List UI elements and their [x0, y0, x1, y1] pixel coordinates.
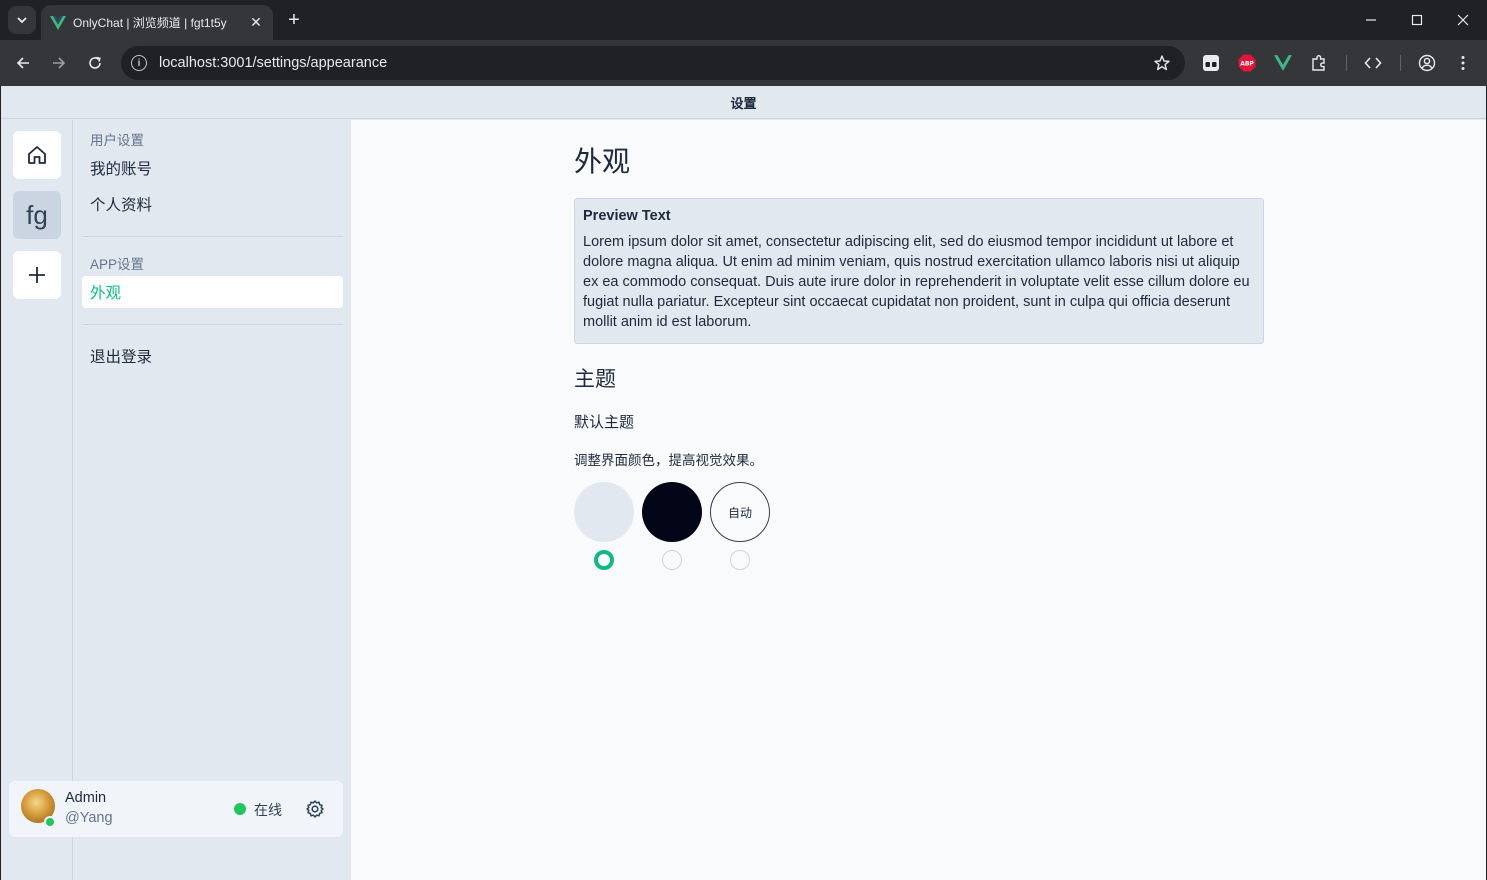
star-icon[interactable] — [1153, 54, 1171, 77]
status-dot-icon — [234, 803, 246, 815]
user-handle: @Yang — [65, 810, 113, 826]
theme-swatch-dark[interactable] — [642, 482, 702, 542]
toolbar-separator — [1400, 55, 1401, 71]
minimize-icon — [1366, 19, 1376, 21]
tab-close-icon[interactable]: ✕ — [247, 14, 265, 32]
preview-text-box: Preview Text Lorem ipsum dolor sit amet,… — [574, 198, 1264, 344]
adblock-plus-icon[interactable]: ABP — [1236, 52, 1258, 74]
gear-icon — [306, 800, 324, 818]
extensions-puzzle-icon[interactable] — [1308, 52, 1330, 74]
new-tab-button[interactable]: + — [282, 8, 306, 32]
nav-item-my-account[interactable]: 我的账号 — [82, 152, 343, 184]
app-header-title: 设置 — [1, 86, 1486, 119]
reload-button[interactable] — [81, 49, 109, 77]
group-label-app-settings: APP设置 — [90, 257, 145, 272]
info-icon[interactable]: i — [131, 55, 147, 71]
browser-tab[interactable]: OnlyChat | 浏览频道 | fgt1t5y ✕ — [41, 5, 273, 40]
chevron-down-icon — [17, 17, 27, 24]
channel-rail: fg — [1, 120, 73, 880]
preview-body: Lorem ipsum dolor sit amet, consectetur … — [583, 234, 1250, 330]
theme-swatch-auto[interactable]: 自动 — [710, 482, 770, 542]
minimize-button[interactable] — [1348, 0, 1394, 40]
settings-content: 外观 Preview Text Lorem ipsum dolor sit am… — [351, 120, 1486, 880]
nav-divider — [82, 236, 343, 237]
browser-toolbar: i localhost:3001/settings/appearance ABP — [0, 40, 1487, 86]
status-text[interactable]: 在线 — [254, 800, 282, 820]
theme-radio-light[interactable] — [594, 550, 614, 570]
maximize-button[interactable] — [1394, 0, 1440, 40]
app-window: 设置 fg 用户设置 我的账号 个人资料 APP设置 外观 退出登录 Admin… — [1, 86, 1486, 880]
toolbar-separator — [1346, 55, 1347, 71]
avatar-online-indicator — [44, 816, 56, 828]
svg-text:ABP: ABP — [1240, 61, 1254, 68]
back-icon — [16, 57, 29, 69]
channel-button-fg[interactable]: fg — [13, 191, 61, 239]
back-button[interactable] — [9, 49, 37, 77]
add-channel-button[interactable] — [13, 251, 61, 299]
tab-title: OnlyChat | 浏览频道 | fgt1t5y — [73, 16, 227, 30]
maximize-icon — [1411, 14, 1423, 26]
devtools-code-icon[interactable] — [1362, 52, 1384, 74]
user-name: Admin — [65, 790, 107, 806]
menu-kebab-icon[interactable] — [1452, 52, 1474, 74]
vue-devtools-icon[interactable] — [1272, 52, 1294, 74]
theme-radio-auto[interactable] — [730, 550, 750, 570]
plus-icon — [29, 267, 45, 283]
forward-icon — [53, 57, 66, 69]
page-title: 外观 — [574, 146, 631, 177]
close-window-button[interactable] — [1440, 0, 1486, 40]
address-bar[interactable]: i localhost:3001/settings/appearance — [121, 46, 1185, 80]
nav-divider — [82, 324, 343, 325]
default-theme-title: 默认主题 — [574, 414, 635, 431]
home-icon — [28, 146, 46, 164]
profile-icon[interactable] — [1416, 52, 1438, 74]
url-text: localhost:3001/settings/appearance — [159, 55, 388, 71]
home-button[interactable] — [13, 131, 61, 179]
tab-search-button[interactable] — [8, 6, 36, 34]
user-settings-button[interactable] — [305, 799, 325, 819]
nav-item-appearance[interactable]: 外观 — [82, 276, 343, 308]
preview-title: Preview Text — [583, 208, 671, 224]
nav-item-profile[interactable]: 个人资料 — [82, 188, 343, 220]
group-label-user-settings: 用户设置 — [90, 133, 144, 148]
theme-description: 调整界面颜色，提高视觉效果。 — [574, 453, 763, 468]
reload-icon — [89, 56, 101, 69]
logout-button[interactable]: 退出登录 — [82, 340, 343, 372]
theme-radio-dark[interactable] — [662, 550, 682, 570]
settings-sidebar: 用户设置 我的账号 个人资料 APP设置 外观 退出登录 — [74, 120, 350, 880]
user-panel: Admin @Yang 在线 — [9, 781, 343, 837]
theme-swatch-light[interactable] — [574, 482, 634, 542]
forward-button[interactable] — [45, 49, 73, 77]
browser-tab-bar: OnlyChat | 浏览频道 | fgt1t5y ✕ + — [0, 0, 1487, 40]
close-icon — [1457, 14, 1469, 26]
vue-logo-icon — [49, 14, 67, 32]
extension-1-icon[interactable] — [1200, 52, 1222, 74]
theme-section-title: 主题 — [574, 368, 616, 391]
